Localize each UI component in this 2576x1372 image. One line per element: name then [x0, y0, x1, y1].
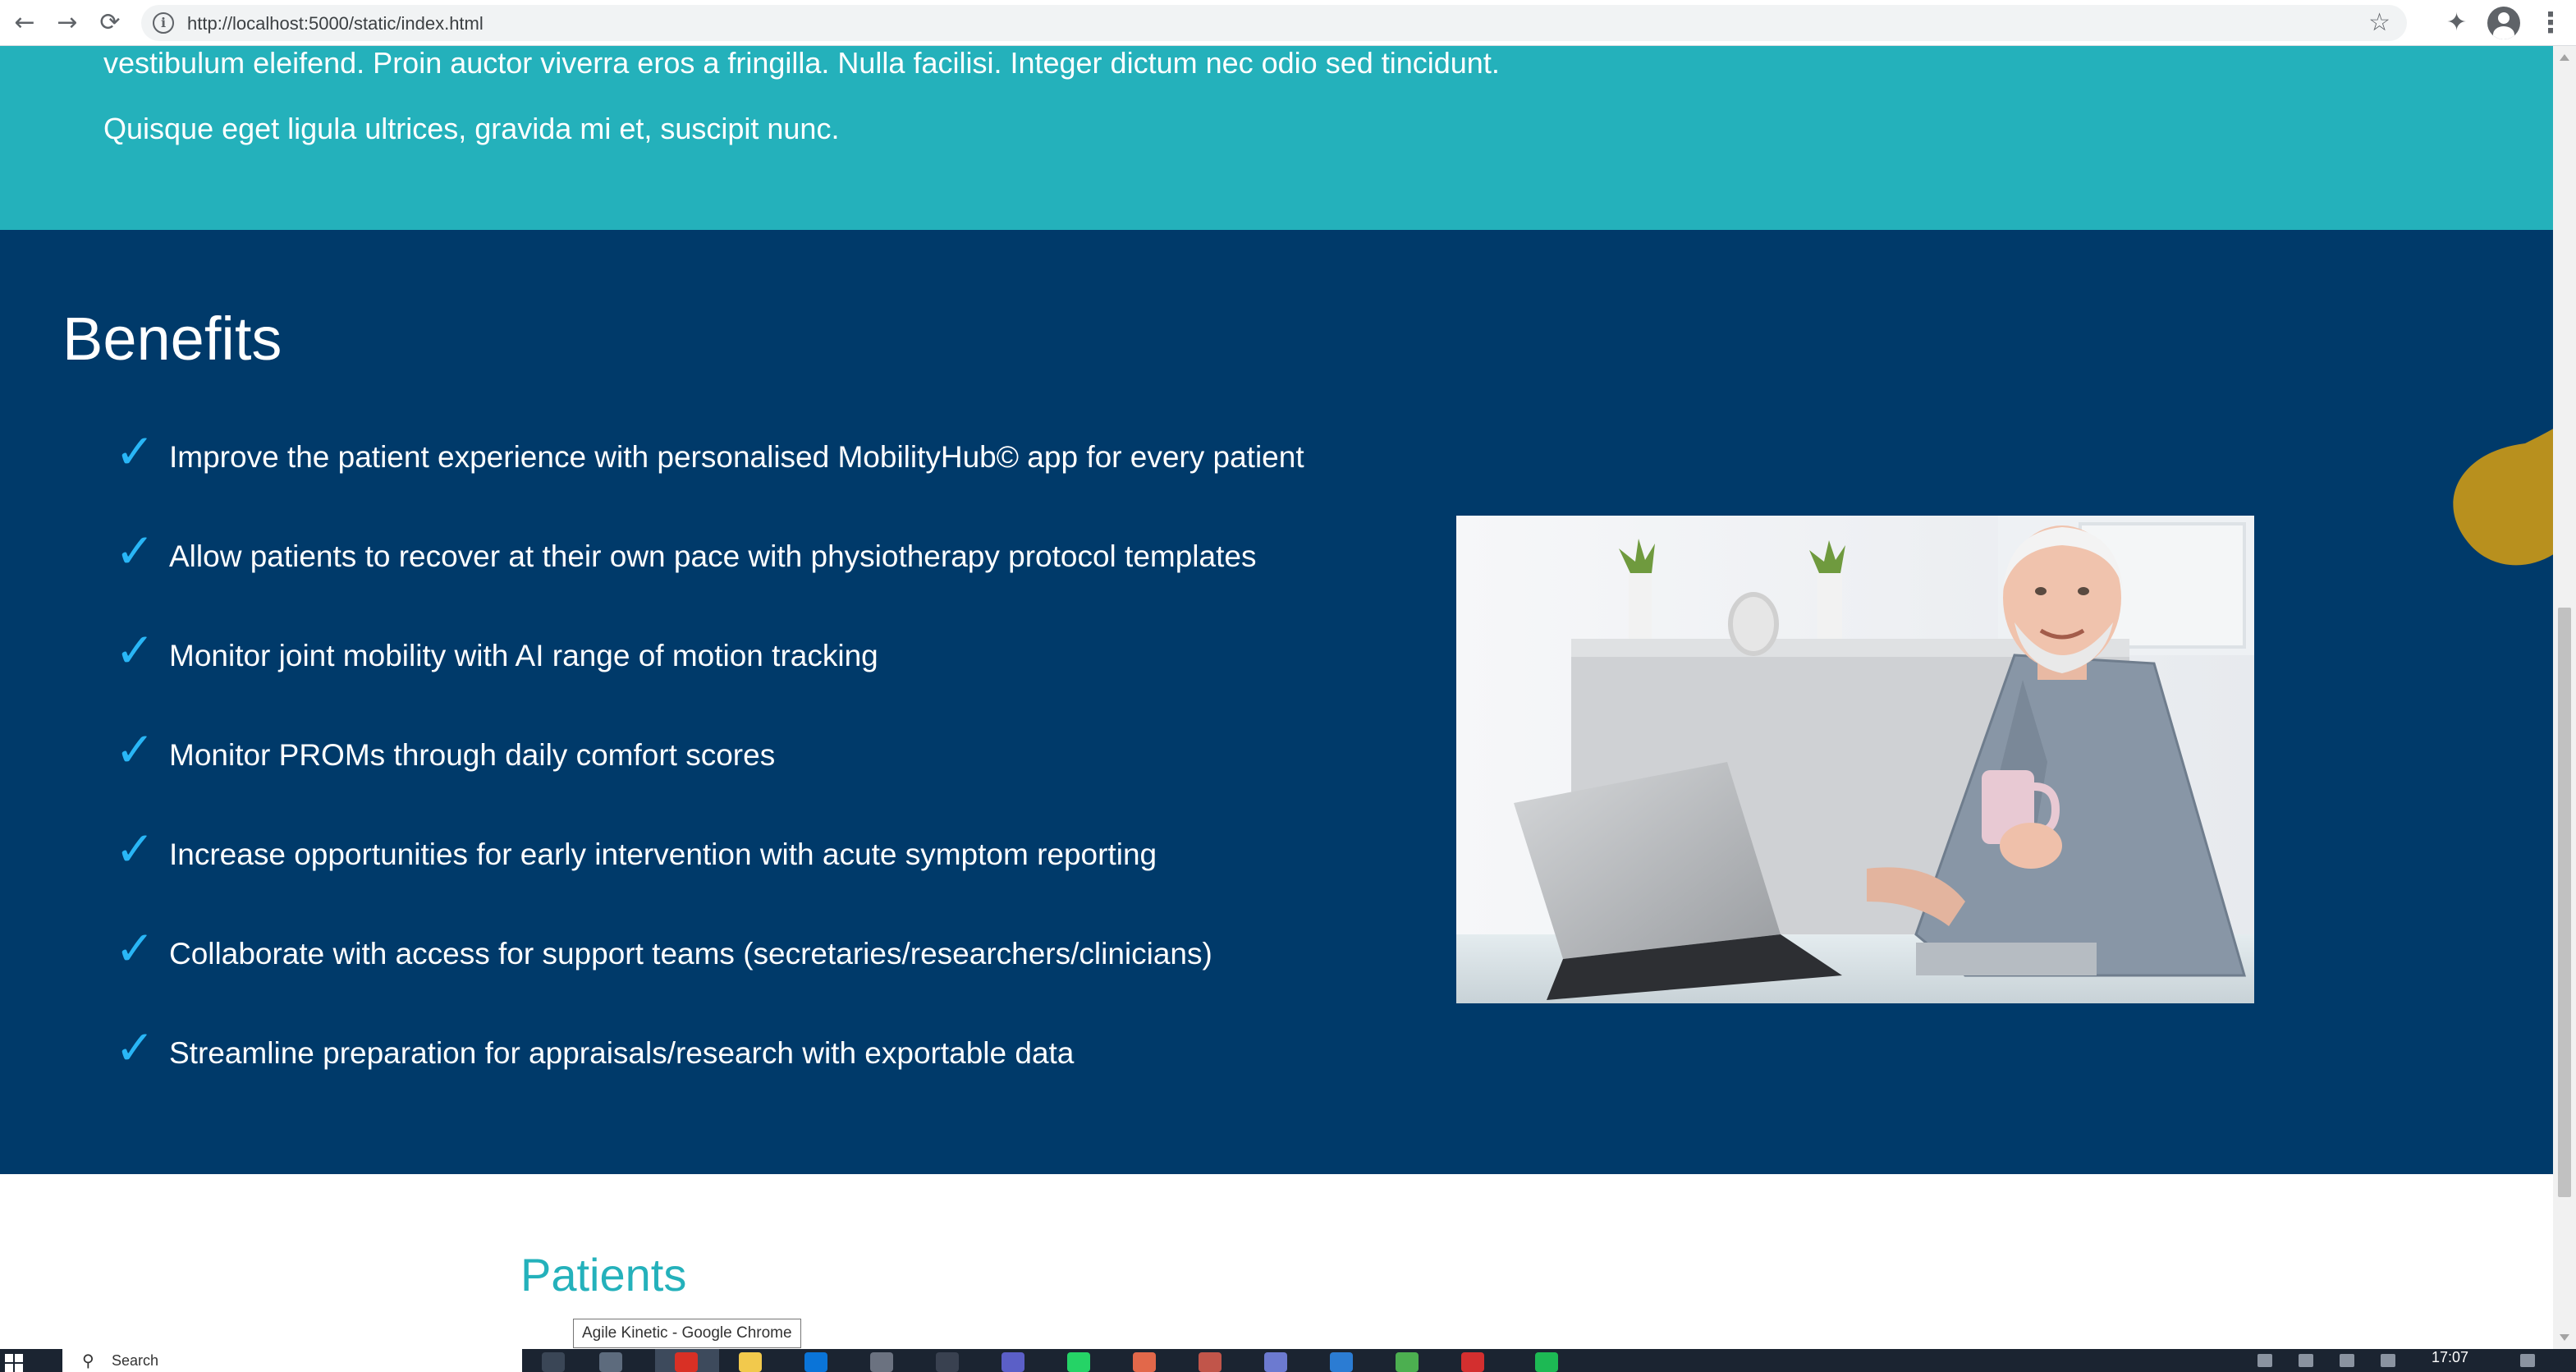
scrollbar-thumb[interactable] — [2558, 608, 2571, 1197]
patients-section: Patients — [0, 1174, 2553, 1349]
windows-start-icon[interactable] — [5, 1354, 23, 1372]
reload-button[interactable]: ⟳ — [94, 7, 126, 39]
benefit-item: ✓ Streamline preparation for appraisals/r… — [115, 1025, 1304, 1124]
window-tooltip: Agile Kinetic - Google Chrome — [573, 1319, 801, 1348]
file-explorer-icon[interactable] — [739, 1352, 762, 1372]
edge-icon[interactable] — [804, 1352, 827, 1372]
notification-icon[interactable] — [2520, 1354, 2535, 1367]
page-scrollbar[interactable] — [2553, 46, 2576, 1349]
benefit-item: ✓ Monitor PROMs through daily comfort sco… — [115, 727, 1304, 826]
checkmark-icon: ✓ — [115, 723, 155, 777]
app-icon[interactable] — [1264, 1352, 1287, 1372]
pdf-icon[interactable] — [1461, 1352, 1484, 1372]
app-icon[interactable] — [1199, 1352, 1222, 1372]
decorative-blob-shape — [2453, 429, 2553, 566]
benefit-text: Monitor PROMs through daily comfort scor… — [169, 738, 776, 772]
taskbar-search[interactable]: ⚲ Search — [62, 1349, 522, 1372]
benefit-text: Increase opportunities for early interve… — [169, 837, 1157, 871]
checkmark-icon: ✓ — [115, 624, 155, 677]
benefit-text: Monitor joint mobility with AI range of … — [169, 639, 878, 672]
task-view-icon[interactable] — [542, 1352, 565, 1372]
chrome-icon[interactable] — [675, 1352, 698, 1372]
search-icon: ⚲ — [82, 1351, 94, 1370]
back-button[interactable]: ← — [8, 7, 41, 39]
intro-paragraph: vestibulum eleifend. Proin auctor viverr… — [103, 46, 1500, 80]
checkmark-icon: ✓ — [115, 425, 155, 479]
checkmark-icon: ✓ — [115, 525, 155, 578]
terminal-icon[interactable] — [936, 1352, 959, 1372]
intro-paragraph: Quisque eget ligula ultrices, gravida mi… — [103, 112, 840, 145]
windows-taskbar: ⚲ Search 17:07 — [0, 1349, 2576, 1372]
scroll-up-icon[interactable] — [2560, 54, 2569, 61]
extensions-puzzle-icon[interactable]: ✦ — [2446, 8, 2467, 37]
teams-icon[interactable] — [1002, 1352, 1024, 1372]
benefit-text: Collaborate with access for support team… — [169, 937, 1212, 970]
benefits-list: ✓ Improve the patient experience with per… — [115, 429, 1304, 1124]
benefit-text: Allow patients to recover at their own p… — [169, 539, 1257, 573]
benefits-section: Benefits ✓ Improve the patient experience… — [0, 230, 2553, 1174]
bookmark-star-icon[interactable]: ☆ — [2368, 8, 2390, 37]
tray-icon[interactable] — [2257, 1354, 2272, 1367]
info-icon[interactable]: i — [153, 12, 174, 34]
browser-menu-icon[interactable]: ⋮ — [2537, 7, 2565, 39]
checkmark-icon: ✓ — [115, 922, 155, 975]
app-icon[interactable] — [1133, 1352, 1156, 1372]
benefit-text: Streamline preparation for appraisals/re… — [169, 1036, 1075, 1070]
forward-button[interactable]: → — [51, 7, 84, 39]
taskbar-search-label: Search — [112, 1352, 159, 1369]
address-url[interactable]: http://localhost:5000/static/index.html — [187, 13, 484, 34]
tray-icon[interactable] — [2340, 1354, 2354, 1367]
volume-icon[interactable] — [2381, 1354, 2395, 1367]
browser-toolbar: ← → ⟳ i http://localhost:5000/static/ind… — [0, 0, 2576, 46]
benefits-title: Benefits — [62, 305, 282, 373]
benefit-item: ✓ Allow patients to recover at their own … — [115, 528, 1304, 627]
tray-icon[interactable] — [2299, 1354, 2313, 1367]
checkmark-icon: ✓ — [115, 1021, 155, 1075]
scroll-down-icon[interactable] — [2560, 1334, 2569, 1341]
senior-man-laptop-photo — [1456, 516, 2254, 1003]
taskbar-clock[interactable]: 17:07 — [2432, 1349, 2468, 1366]
intro-section: vestibulum eleifend. Proin auctor viverr… — [0, 46, 2553, 230]
patients-title: Patients — [520, 1249, 687, 1301]
app-icon[interactable] — [1396, 1352, 1419, 1372]
profile-avatar-icon[interactable] — [2487, 7, 2520, 39]
taskbar-app-icon[interactable] — [599, 1352, 622, 1372]
benefit-item: ✓ Collaborate with access for support tea… — [115, 925, 1304, 1025]
page-viewport: vestibulum eleifend. Proin auctor viverr… — [0, 46, 2553, 1349]
checkmark-icon: ✓ — [115, 823, 155, 876]
benefit-item: ✓ Increase opportunities for early interv… — [115, 826, 1304, 925]
spotify-icon[interactable] — [1535, 1352, 1558, 1372]
briefcase-icon[interactable] — [870, 1352, 893, 1372]
whatsapp-icon[interactable] — [1067, 1352, 1090, 1372]
benefit-item: ✓ Improve the patient experience with per… — [115, 429, 1304, 528]
benefit-text: Improve the patient experience with pers… — [169, 440, 1304, 474]
app-icon[interactable] — [1330, 1352, 1353, 1372]
benefit-item: ✓ Monitor joint mobility with AI range of… — [115, 627, 1304, 727]
address-bar[interactable]: i http://localhost:5000/static/index.htm… — [141, 5, 2407, 41]
